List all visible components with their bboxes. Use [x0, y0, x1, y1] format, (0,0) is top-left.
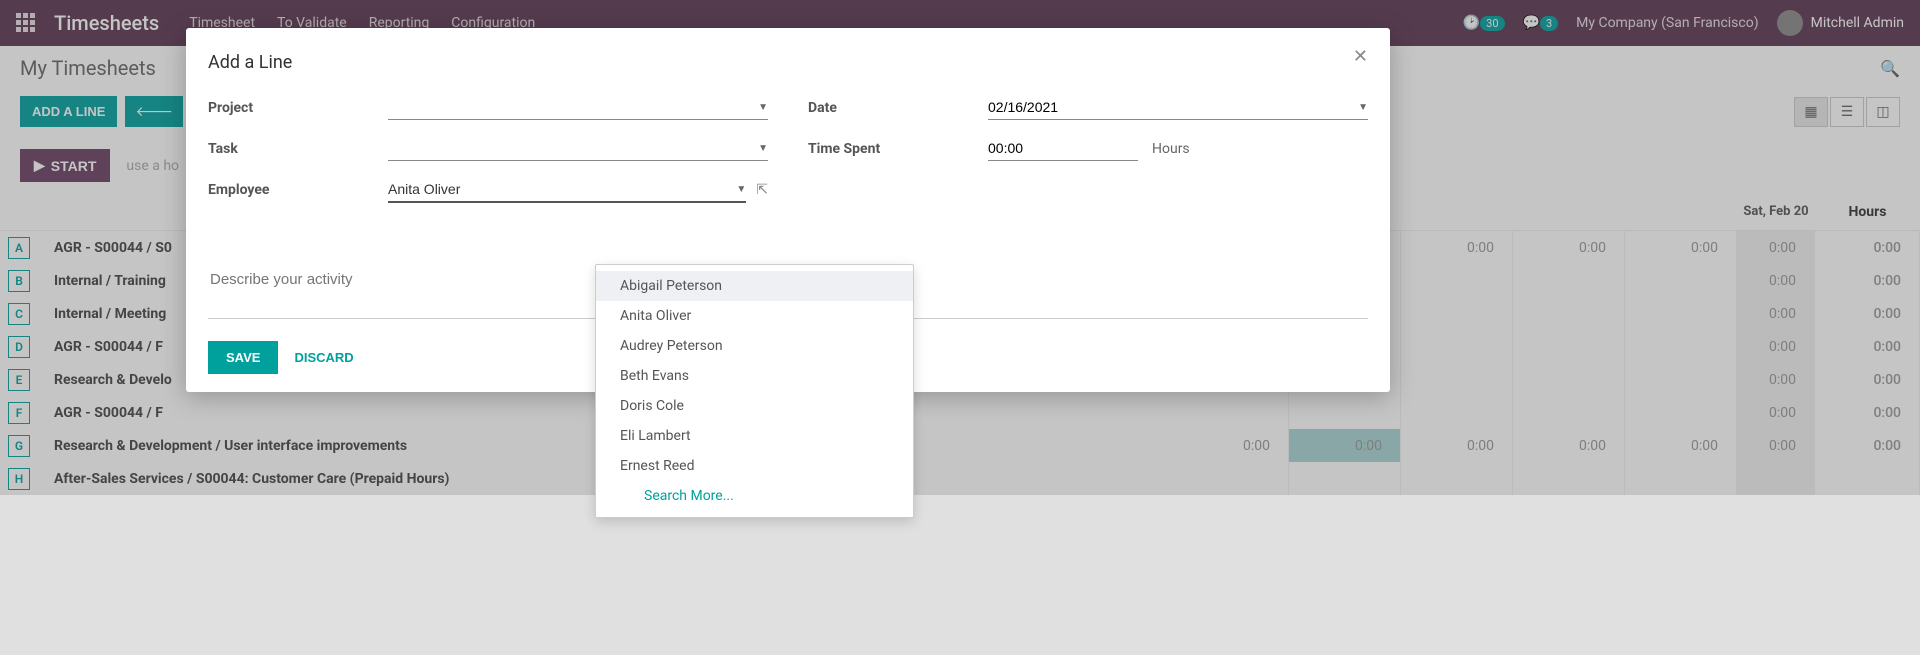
time-spent-label: Time Spent	[808, 141, 988, 157]
project-label: Project	[208, 100, 388, 116]
dropdown-item[interactable]: Anita Oliver	[596, 301, 913, 331]
save-button[interactable]: SAVE	[208, 341, 278, 374]
date-label: Date	[808, 100, 988, 116]
dropdown-item[interactable]: Abigail Peterson	[596, 271, 913, 301]
external-link-icon[interactable]: ⇱	[756, 182, 768, 198]
task-label: Task	[208, 141, 388, 157]
task-input[interactable]	[388, 140, 758, 156]
time-spent-field[interactable]	[988, 136, 1138, 161]
dropdown-item[interactable]: Beth Evans	[596, 361, 913, 391]
modal-title: Add a Line	[186, 52, 1390, 91]
employee-dropdown: Abigail PetersonAnita OliverAudrey Peter…	[595, 264, 914, 518]
add-line-modal: ✕ Add a Line Project ▼ Task ▼ Employee	[186, 28, 1390, 392]
time-unit: Hours	[1152, 141, 1190, 157]
chevron-down-icon[interactable]: ▼	[758, 102, 768, 113]
dropdown-item[interactable]: Doris Cole	[596, 391, 913, 421]
dropdown-item[interactable]: Audrey Peterson	[596, 331, 913, 361]
project-field[interactable]: ▼	[388, 95, 768, 120]
project-input[interactable]	[388, 99, 758, 115]
time-spent-input[interactable]	[988, 140, 1138, 156]
chevron-down-icon[interactable]: ▼	[758, 143, 768, 154]
close-icon[interactable]: ✕	[1353, 46, 1368, 67]
discard-button[interactable]: DISCARD	[294, 350, 353, 365]
dropdown-item[interactable]: Ernest Reed	[596, 451, 913, 481]
chevron-down-icon[interactable]: ▼	[1358, 102, 1368, 113]
chevron-down-icon[interactable]: ▼	[736, 184, 746, 195]
task-field[interactable]: ▼	[388, 136, 768, 161]
search-more[interactable]: Search More...	[596, 481, 913, 511]
employee-field[interactable]: ▼	[388, 177, 746, 203]
dropdown-item[interactable]: Eli Lambert	[596, 421, 913, 451]
date-field[interactable]: ▼	[988, 95, 1368, 120]
employee-input[interactable]	[388, 181, 736, 197]
date-input[interactable]	[988, 99, 1358, 115]
employee-label: Employee	[208, 182, 388, 198]
